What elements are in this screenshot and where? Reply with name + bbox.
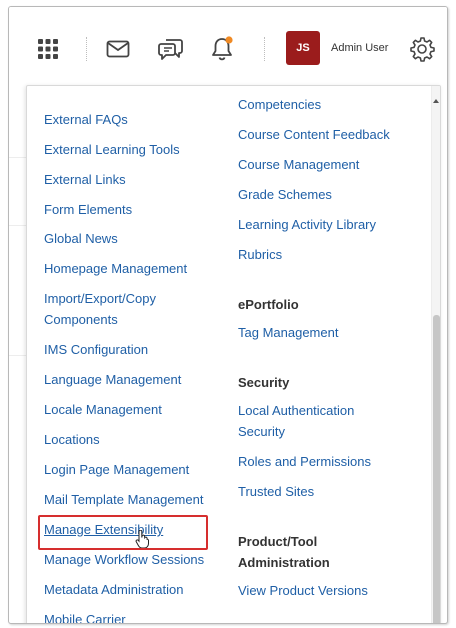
admin-tools-dropdown: External FAQs External Learning Tools Ex…: [26, 85, 441, 623]
section-heading-eportfolio: ePortfolio: [238, 297, 299, 312]
menu-link-trusted-sites[interactable]: Trusted Sites: [238, 482, 314, 502]
avatar[interactable]: JS: [286, 31, 320, 65]
menu-link-login-page-management[interactable]: Login Page Management: [44, 460, 189, 480]
menu-link-local-authentication-security[interactable]: Security: [238, 422, 285, 442]
menu-link-language-management[interactable]: Language Management: [44, 370, 181, 390]
menu-link-mail-template-management[interactable]: Mail Template Management: [44, 490, 203, 510]
highlight-box: [38, 515, 208, 550]
menu-link-locale-management[interactable]: Locale Management: [44, 400, 162, 420]
menu-link-homepage-management[interactable]: Homepage Management: [44, 259, 187, 279]
menu-link-external-learning-tools[interactable]: External Learning Tools: [44, 140, 180, 160]
username-label[interactable]: Admin User: [331, 42, 388, 54]
menu-link-course-content-feedback[interactable]: Course Content Feedback: [238, 125, 390, 145]
bell-icon[interactable]: [205, 32, 239, 66]
menu-link-local-authentication[interactable]: Local Authentication: [238, 401, 354, 421]
top-navbar: JS Admin User: [9, 7, 447, 85]
menu-link-form-elements[interactable]: Form Elements: [44, 200, 132, 220]
menu-link-external-faqs[interactable]: External FAQs: [44, 110, 128, 130]
background-divider: [9, 225, 26, 226]
scroll-up-arrow-icon[interactable]: [433, 99, 439, 103]
menu-link-import-export-copy-components[interactable]: Components: [44, 310, 118, 330]
apps-grid-icon[interactable]: [31, 32, 65, 66]
menu-link-manage-workflow-sessions[interactable]: Manage Workflow Sessions: [44, 550, 204, 570]
scrollbar-thumb[interactable]: [433, 315, 440, 623]
menu-link-external-links[interactable]: External Links: [44, 170, 126, 190]
dropdown-scrollbar[interactable]: [431, 86, 440, 623]
toolbar-separator: [86, 37, 87, 61]
menu-link-course-management[interactable]: Course Management: [238, 155, 359, 175]
menu-link-view-product-versions[interactable]: View Product Versions: [238, 581, 368, 601]
menu-link-metadata-administration[interactable]: Metadata Administration: [44, 580, 183, 600]
notification-dot: [225, 36, 233, 44]
screenshot-frame: JS Admin User External FAQs External Lea…: [8, 6, 448, 624]
toolbar-separator: [264, 37, 265, 61]
menu-link-grade-schemes[interactable]: Grade Schemes: [238, 185, 332, 205]
menu-link-competencies[interactable]: Competencies: [238, 95, 321, 115]
menu-link-tag-management[interactable]: Tag Management: [238, 323, 338, 343]
gear-icon[interactable]: [405, 32, 439, 66]
menu-link-roles-and-permissions[interactable]: Roles and Permissions: [238, 452, 371, 472]
menu-link-learning-activity-library[interactable]: Learning Activity Library: [238, 215, 376, 235]
mail-icon[interactable]: [101, 32, 135, 66]
menu-link-locations[interactable]: Locations: [44, 430, 100, 450]
hand-cursor-icon: [135, 529, 149, 553]
background-divider: [9, 355, 26, 356]
background-divider: [9, 157, 26, 158]
menu-link-rubrics[interactable]: Rubrics: [238, 245, 282, 265]
section-heading-security: Security: [238, 375, 290, 390]
menu-link-global-news[interactable]: Global News: [44, 229, 118, 249]
menu-link-ims-configuration[interactable]: IMS Configuration: [44, 340, 148, 360]
menu-link-import-export-copy[interactable]: Import/Export/Copy: [44, 289, 156, 309]
section-heading-product-tool: Product/Tool: [238, 534, 318, 549]
menu-link-mobile-carrier[interactable]: Mobile Carrier: [44, 610, 126, 623]
chat-icon[interactable]: [154, 32, 188, 66]
section-heading-administration: Administration: [238, 555, 330, 570]
